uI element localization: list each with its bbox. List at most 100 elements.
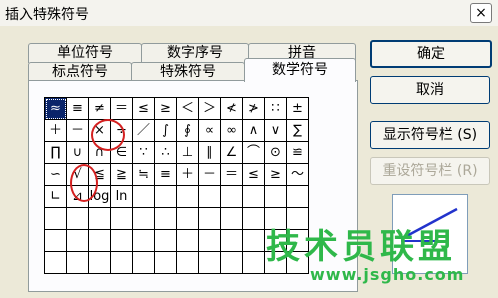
- symbol-cell[interactable]: [199, 252, 221, 274]
- symbol-cell[interactable]: [133, 186, 155, 208]
- tab-unit-symbols[interactable]: 单位符号: [28, 43, 142, 63]
- symbol-cell[interactable]: ⊿: [67, 186, 89, 208]
- symbol-cell[interactable]: [177, 252, 199, 274]
- show-symbol-bar-button[interactable]: 显示符号栏 (S): [370, 121, 490, 149]
- symbol-cell[interactable]: ∩: [89, 142, 111, 164]
- symbol-cell[interactable]: ∥: [199, 142, 221, 164]
- symbol-cell[interactable]: [287, 186, 309, 208]
- symbol-cell[interactable]: [67, 230, 89, 252]
- symbol-cell[interactable]: ≧: [111, 164, 133, 186]
- symbol-cell[interactable]: [133, 230, 155, 252]
- symbol-cell[interactable]: ÷: [111, 120, 133, 142]
- symbol-cell[interactable]: ≥: [265, 164, 287, 186]
- symbol-cell[interactable]: log: [89, 186, 111, 208]
- symbol-cell[interactable]: [111, 252, 133, 274]
- symbol-cell[interactable]: ln: [111, 186, 133, 208]
- symbol-cell[interactable]: [177, 186, 199, 208]
- symbol-cell[interactable]: ∨: [265, 120, 287, 142]
- symbol-cell[interactable]: [155, 186, 177, 208]
- symbol-cell[interactable]: [221, 186, 243, 208]
- symbol-cell[interactable]: ⊥: [177, 142, 199, 164]
- symbol-cell[interactable]: [243, 208, 265, 230]
- symbol-cell[interactable]: [177, 230, 199, 252]
- symbol-cell[interactable]: ≡: [155, 164, 177, 186]
- symbol-cell[interactable]: ＋: [45, 120, 67, 142]
- symbol-cell[interactable]: ∽: [45, 164, 67, 186]
- symbol-cell[interactable]: ＜: [177, 98, 199, 120]
- symbol-cell[interactable]: [221, 230, 243, 252]
- symbol-cell[interactable]: －: [67, 120, 89, 142]
- symbol-cell[interactable]: ∪: [67, 142, 89, 164]
- tab-number-ordinals[interactable]: 数字序号: [141, 43, 249, 63]
- symbol-cell[interactable]: ～: [287, 164, 309, 186]
- symbol-cell[interactable]: ⌒: [243, 142, 265, 164]
- symbol-cell[interactable]: ∑: [287, 120, 309, 142]
- symbol-cell[interactable]: ∟: [45, 186, 67, 208]
- symbol-cell-selected[interactable]: ≈: [45, 98, 67, 120]
- symbol-cell[interactable]: [89, 252, 111, 274]
- symbol-cell[interactable]: ＞: [199, 98, 221, 120]
- symbol-cell[interactable]: ∏: [45, 142, 67, 164]
- symbol-cell[interactable]: [155, 230, 177, 252]
- symbol-cell[interactable]: [67, 208, 89, 230]
- window-title: 插入特殊符号: [5, 7, 89, 23]
- symbol-cell[interactable]: ∠: [221, 142, 243, 164]
- symbol-cell[interactable]: ±: [287, 98, 309, 120]
- symbol-cell[interactable]: [111, 208, 133, 230]
- symbol-cell[interactable]: ∞: [221, 120, 243, 142]
- symbol-cell[interactable]: ∵: [133, 142, 155, 164]
- symbol-cell[interactable]: [199, 230, 221, 252]
- symbol-cell[interactable]: ／: [133, 120, 155, 142]
- symbol-cell[interactable]: ∮: [177, 120, 199, 142]
- symbol-cell[interactable]: ∧: [243, 120, 265, 142]
- symbol-cell[interactable]: [45, 252, 67, 274]
- symbol-cell[interactable]: ≦: [89, 164, 111, 186]
- symbol-cell[interactable]: [89, 208, 111, 230]
- close-button[interactable]: ×: [470, 3, 492, 23]
- symbol-cell[interactable]: ≌: [287, 142, 309, 164]
- symbol-cell[interactable]: ∝: [199, 120, 221, 142]
- symbol-cell[interactable]: [243, 186, 265, 208]
- symbol-cell[interactable]: [111, 230, 133, 252]
- symbol-cell[interactable]: ≤: [243, 164, 265, 186]
- symbol-cell[interactable]: [67, 252, 89, 274]
- symbol-cell[interactable]: ∫: [155, 120, 177, 142]
- symbol-cell[interactable]: ⊙: [265, 142, 287, 164]
- symbol-cell[interactable]: ≡: [67, 98, 89, 120]
- symbol-cell[interactable]: －: [199, 164, 221, 186]
- symbol-cell[interactable]: [155, 208, 177, 230]
- symbol-cell[interactable]: ∴: [155, 142, 177, 164]
- symbol-cell[interactable]: [133, 208, 155, 230]
- symbol-cell[interactable]: √: [67, 164, 89, 186]
- ok-button[interactable]: 确定: [370, 40, 492, 68]
- symbol-cell[interactable]: ＝: [111, 98, 133, 120]
- symbol-cell[interactable]: ≒: [133, 164, 155, 186]
- symbol-cell[interactable]: [89, 230, 111, 252]
- tab-math-symbols[interactable]: 数学符号: [244, 58, 356, 82]
- symbol-cell[interactable]: [199, 208, 221, 230]
- symbol-cell[interactable]: [45, 230, 67, 252]
- symbol-cell[interactable]: ∈: [111, 142, 133, 164]
- symbol-cell[interactable]: [221, 208, 243, 230]
- symbol-cell[interactable]: ≮: [221, 98, 243, 120]
- symbol-cell[interactable]: ≤: [133, 98, 155, 120]
- symbol-cell[interactable]: ≯: [243, 98, 265, 120]
- symbol-cell[interactable]: [155, 252, 177, 274]
- tab-special-symbols[interactable]: 特殊符号: [131, 62, 245, 82]
- symbol-cell[interactable]: [243, 252, 265, 274]
- symbol-cell[interactable]: ＝: [221, 164, 243, 186]
- symbol-cell[interactable]: ≠: [89, 98, 111, 120]
- symbol-cell[interactable]: [133, 252, 155, 274]
- symbol-cell[interactable]: ×: [89, 120, 111, 142]
- tab-punctuation[interactable]: 标点符号: [28, 62, 132, 82]
- symbol-cell[interactable]: ＋: [177, 164, 199, 186]
- symbol-cell[interactable]: ∷: [265, 98, 287, 120]
- symbol-cell[interactable]: [45, 208, 67, 230]
- symbol-cell[interactable]: ≥: [155, 98, 177, 120]
- symbol-cell[interactable]: [199, 186, 221, 208]
- cancel-button[interactable]: 取消: [370, 76, 490, 104]
- symbol-cell[interactable]: [265, 186, 287, 208]
- symbol-cell[interactable]: [177, 208, 199, 230]
- symbol-cell[interactable]: [221, 252, 243, 274]
- symbol-cell[interactable]: [243, 230, 265, 252]
